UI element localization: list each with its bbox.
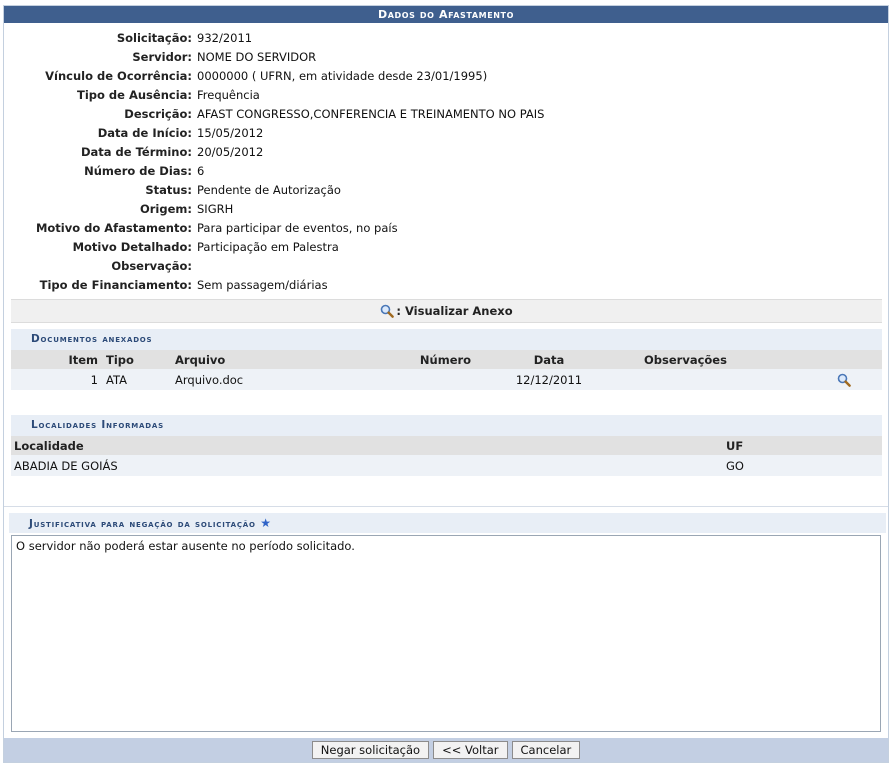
- detail-label: Tipo de Financiamento:: [39, 277, 192, 292]
- localities-table: Localidade UF ABADIA DE GOIÁS GO: [11, 436, 882, 476]
- detail-label: Data de Início:: [97, 125, 192, 140]
- documents-table-header: Item Tipo Arquivo Número Data Observaçõe…: [11, 350, 882, 369]
- cell-localidade: ABADIA DE GOIÁS: [14, 458, 118, 473]
- detail-value: NOME DO SERVIDOR: [197, 49, 317, 64]
- table-row: ABADIA DE GOIÁS GO: [11, 455, 882, 476]
- detail-row-numero-dias: Número de Dias: 6: [4, 161, 888, 180]
- detail-row-tipo-ausencia: Tipo de Ausência: Frequência: [4, 85, 888, 104]
- col-tipo: Tipo: [106, 352, 134, 367]
- detail-label: Número de Dias:: [84, 163, 192, 178]
- detail-value: Pendente de Autorização: [197, 182, 341, 197]
- afastamento-panel: Dados do Afastamento Solicitação: 932/20…: [3, 5, 889, 763]
- cell-item: 1: [90, 372, 98, 387]
- detail-row-descricao: Descrição: AFAST CONGRESSO,CONFERENCIA E…: [4, 104, 888, 123]
- detail-label: Tipo de Ausência:: [77, 87, 192, 102]
- detail-row-financiamento: Tipo de Financiamento: Sem passagem/diár…: [4, 275, 888, 294]
- detail-row-observacao: Observação:: [4, 256, 888, 275]
- col-item: Item: [68, 352, 98, 367]
- detail-value: Sem passagem/diárias: [197, 277, 328, 292]
- detail-row-solicitacao: Solicitação: 932/2011: [4, 28, 888, 47]
- localities-table-header: Localidade UF: [11, 436, 882, 455]
- detail-row-vinculo: Vínculo de Ocorrência: 0000000 ( UFRN, e…: [4, 66, 888, 85]
- detail-value: 932/2011: [197, 30, 253, 45]
- col-localidade: Localidade: [14, 438, 84, 453]
- view-document-icon[interactable]: [837, 373, 851, 387]
- cell-data: 12/12/2011: [515, 372, 583, 387]
- detail-value: 6: [197, 163, 205, 178]
- detail-value: Frequência: [197, 87, 260, 102]
- cell-arquivo: Arquivo.doc: [175, 372, 244, 387]
- col-numero: Número: [419, 352, 472, 367]
- detail-value: Para participar de eventos, no país: [197, 220, 398, 235]
- detail-row-servidor: Servidor: NOME DO SERVIDOR: [4, 47, 888, 66]
- localities-section-title: Localidades Informadas: [11, 415, 882, 436]
- detail-value: SIGRH: [197, 201, 234, 216]
- detail-value: 0000000 ( UFRN, em atividade desde 23/01…: [197, 68, 488, 83]
- detail-label: Data de Término:: [80, 144, 192, 159]
- cell-uf: GO: [726, 458, 744, 473]
- panel-title: Dados do Afastamento: [4, 6, 888, 23]
- justification-section-title: Justificativa para negação da solicitaçã…: [9, 513, 886, 533]
- detail-value: 20/05/2012: [197, 144, 264, 159]
- detail-label: Vínculo de Ocorrência:: [45, 68, 192, 83]
- detail-row-status: Status: Pendente de Autorização: [4, 180, 888, 199]
- detail-label: Motivo Detalhado:: [72, 239, 192, 254]
- justification-title: Justificativa para negação da solicitaçã…: [29, 518, 256, 530]
- col-data: Data: [533, 352, 565, 367]
- detail-value: 15/05/2012: [197, 125, 264, 140]
- detail-label: Descrição:: [124, 106, 192, 121]
- detail-row-motivo-detalhado: Motivo Detalhado: Participação em Palest…: [4, 237, 888, 256]
- view-attachment-label: : Visualizar Anexo: [396, 304, 513, 318]
- detail-row-origem: Origem: SIGRH: [4, 199, 888, 218]
- detail-row-data-termino: Data de Término: 20/05/2012: [4, 142, 888, 161]
- cancel-button[interactable]: Cancelar: [511, 741, 581, 759]
- col-observacoes: Observações: [644, 352, 727, 367]
- detail-row-data-inicio: Data de Início: 15/05/2012: [4, 123, 888, 142]
- detail-label: Origem:: [139, 201, 192, 216]
- col-uf: UF: [726, 438, 744, 453]
- detail-label: Solicitação:: [116, 30, 192, 45]
- detail-label: Observação:: [111, 258, 192, 273]
- view-attachment-link[interactable]: : Visualizar Anexo: [11, 299, 882, 323]
- detail-label: Motivo do Afastamento:: [35, 220, 192, 235]
- justification-textarea[interactable]: O servidor não poderá estar ausente no p…: [11, 535, 881, 732]
- documents-table: Item Tipo Arquivo Número Data Observaçõe…: [11, 350, 882, 390]
- deny-request-button[interactable]: Negar solicitação: [311, 741, 430, 759]
- documents-section-title: Documentos anexados: [11, 329, 882, 350]
- detail-value: Participação em Palestra: [197, 239, 339, 254]
- cell-tipo: ATA: [106, 372, 127, 387]
- table-row: 1 ATA Arquivo.doc 12/12/2011: [11, 369, 882, 390]
- required-star-icon: ★: [260, 516, 272, 530]
- back-button[interactable]: << Voltar: [433, 741, 508, 759]
- detail-label: Servidor:: [132, 49, 192, 64]
- form-actions: Negar solicitação << Voltar Cancelar: [4, 738, 888, 762]
- section-divider: [4, 506, 888, 507]
- detail-label: Status:: [145, 182, 192, 197]
- detail-row-motivo: Motivo do Afastamento: Para participar d…: [4, 218, 888, 237]
- col-arquivo: Arquivo: [175, 352, 226, 367]
- detail-value: AFAST CONGRESSO,CONFERENCIA E TREINAMENT…: [197, 106, 545, 121]
- details-list: Solicitação: 932/2011 Servidor: NOME DO …: [4, 23, 888, 294]
- magnifier-icon: [380, 304, 395, 318]
- cell-action: [806, 373, 882, 387]
